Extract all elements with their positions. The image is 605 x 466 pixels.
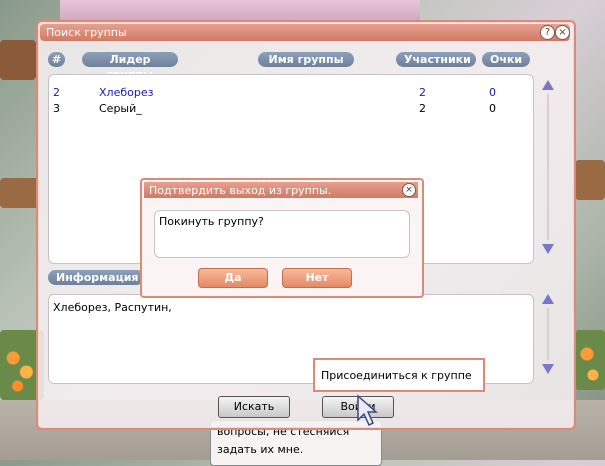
dialog-message-box: Покинуть группу? bbox=[154, 210, 410, 258]
yes-button[interactable]: Да bbox=[198, 268, 268, 288]
dialog-message: Покинуть группу? bbox=[159, 215, 264, 228]
window-titlebar[interactable]: Поиск группы ? × bbox=[40, 24, 570, 41]
mouse-cursor-icon bbox=[357, 394, 378, 427]
help-icon[interactable]: ? bbox=[540, 25, 555, 40]
dialog-title: Подтвердить выход из группы. bbox=[149, 184, 332, 197]
col-header-leader[interactable]: Лидер группы bbox=[82, 52, 178, 81]
confirm-leave-dialog: Подтвердить выход из группы. × Покинуть … bbox=[140, 178, 424, 298]
row-leader: Хлеборез bbox=[99, 86, 154, 99]
col-header-points[interactable]: Очки bbox=[482, 52, 530, 67]
planter-left-mid bbox=[0, 178, 40, 208]
close-icon[interactable]: × bbox=[555, 25, 570, 40]
join-tooltip: Присоединиться к группе bbox=[313, 358, 485, 392]
dialog-close-icon[interactable]: × bbox=[402, 183, 416, 197]
info-text: Хлеборез, Распутин, bbox=[53, 301, 172, 314]
pink-wall bbox=[60, 0, 420, 22]
flower-bed-right bbox=[575, 330, 605, 390]
no-button[interactable]: Нет bbox=[282, 268, 352, 288]
col-header-name[interactable]: Имя группы bbox=[258, 52, 354, 67]
row-members: 2 bbox=[419, 102, 426, 115]
info-scroll-up-icon[interactable] bbox=[542, 294, 554, 304]
dialog-titlebar[interactable]: Подтвердить выход из группы. × bbox=[144, 182, 418, 198]
tooltip-text: Присоединиться к группе bbox=[321, 369, 472, 382]
bubble-line-2: задать их мне. bbox=[217, 443, 304, 456]
row-num: 2 bbox=[53, 86, 60, 99]
row-points: 0 bbox=[489, 86, 496, 99]
info-scroll-down-icon[interactable] bbox=[542, 364, 554, 374]
planter-right bbox=[575, 160, 605, 200]
row-points: 0 bbox=[489, 102, 496, 115]
info-scroll-track[interactable] bbox=[547, 308, 549, 360]
search-button[interactable]: Искать bbox=[218, 396, 290, 418]
window-title: Поиск группы bbox=[46, 26, 127, 39]
list-scroll-down-icon[interactable] bbox=[542, 244, 554, 254]
info-label: Информация bbox=[48, 270, 144, 285]
table-row[interactable]: 3 Серый_ 2 0 bbox=[49, 101, 533, 117]
table-row[interactable]: 2 Хлеборез 2 0 bbox=[49, 85, 533, 101]
list-scroll-up-icon[interactable] bbox=[542, 80, 554, 90]
col-header-members[interactable]: Участники bbox=[396, 52, 476, 67]
col-header-num[interactable]: # bbox=[48, 52, 66, 67]
row-members: 2 bbox=[419, 86, 426, 99]
row-num: 3 bbox=[53, 102, 60, 115]
list-scroll-track[interactable] bbox=[547, 94, 549, 240]
planter-left-top bbox=[0, 40, 36, 80]
row-leader: Серый_ bbox=[99, 102, 142, 115]
